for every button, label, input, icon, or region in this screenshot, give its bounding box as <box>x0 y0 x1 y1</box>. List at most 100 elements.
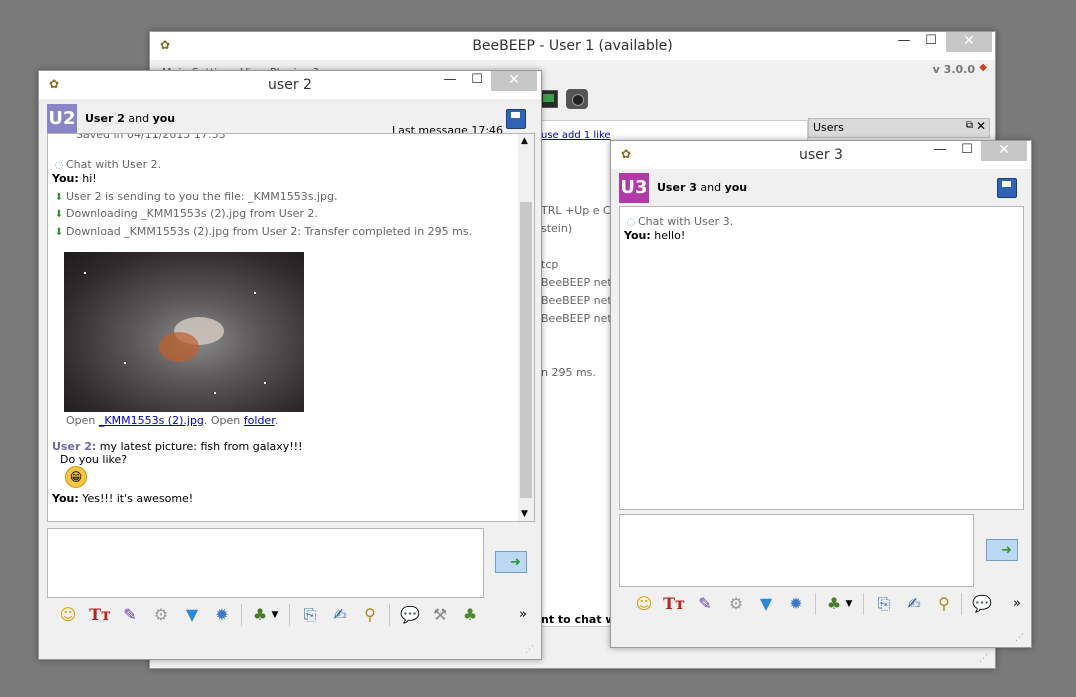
bg-line-5: BeeBEEP netv <box>541 294 619 307</box>
edit-note-icon[interactable]: ✍ <box>327 602 353 628</box>
main-close-button[interactable]: ✕ <box>946 32 992 52</box>
user3-titlebar: ✿ user 3 — ☐ ✕ <box>611 141 1031 169</box>
file-line-3: ⬇ Download _KMM1553s (2).jpg from User 2:… <box>52 225 472 238</box>
user2-titlebar: ✿ user 2 — ☐ ✕ <box>39 71 541 99</box>
download-icon: ⬇ <box>54 192 64 203</box>
main-window-title: BeeBEEP - User 1 (available) <box>472 38 673 54</box>
scroll-up-icon[interactable]: ▲ <box>521 136 528 146</box>
chevron-down-icon[interactable]: ▼ <box>269 602 281 628</box>
filter-settings-icon[interactable]: ⚙ <box>148 602 174 628</box>
tools-icon[interactable]: ⚒ <box>427 602 453 628</box>
user2-maximize-button[interactable]: ☐ <box>464 71 490 91</box>
open-folder-link[interactable]: folder <box>244 414 275 427</box>
more-icon[interactable]: » <box>515 602 531 628</box>
chat-window-user2: ✿ user 2 — ☐ ✕ U2 User 2 and you Last me… <box>38 70 542 660</box>
close-panel-icon[interactable]: ✕ <box>976 119 986 133</box>
header-and: and <box>124 112 153 125</box>
user2-message-input[interactable] <box>47 528 484 598</box>
toolbar-separator <box>961 593 962 615</box>
user3-minimize-button[interactable]: — <box>927 141 953 161</box>
user3-message-input[interactable] <box>619 514 974 587</box>
user2-minimize-button[interactable]: — <box>437 71 463 91</box>
camera-icon[interactable] <box>566 89 588 109</box>
header-user-name: User 3 <box>657 181 697 194</box>
user3-chat-area: ◌ Chat with User 3. You: hello! <box>619 206 1024 510</box>
bg-line-7: n 295 ms. <box>541 366 596 379</box>
chevron-down-icon[interactable]: ▼ <box>843 591 855 617</box>
more-icon[interactable]: » <box>1009 591 1025 617</box>
toolbar-separator <box>389 604 390 626</box>
users-panel-title: Users <box>813 121 844 134</box>
bg-line-8: nt to chat wi <box>541 613 620 626</box>
broom-icon[interactable]: ⚲ <box>931 591 957 617</box>
save-floppy-icon[interactable] <box>506 109 526 129</box>
user2-close-button[interactable]: ✕ <box>491 71 537 91</box>
user2-resize-grip[interactable]: ⋰ <box>525 645 535 655</box>
chat-bubble-icon: ◌ <box>54 160 64 171</box>
user3-chat-header: User 3 and you <box>657 181 747 194</box>
main-minimize-button[interactable]: — <box>891 32 917 52</box>
color-icon[interactable]: ✎ <box>117 602 143 628</box>
smiley-icon[interactable]: ☺ <box>55 602 81 628</box>
bg-link[interactable]: use add 1 like <box>541 130 611 141</box>
funnel-icon[interactable]: ▼ <box>179 602 205 628</box>
grin-emoticon-icon: 😁 <box>65 466 87 488</box>
scroll-thumb[interactable] <box>520 202 532 498</box>
user3-close-button[interactable]: ✕ <box>981 141 1027 161</box>
send-mail-icon[interactable]: ➜ <box>495 551 527 573</box>
scroll-down-icon[interactable]: ▼ <box>521 509 528 519</box>
bg-line-3: tcp <box>541 258 559 271</box>
avatar: U2 <box>47 104 77 134</box>
filter-settings-icon[interactable]: ⚙ <box>723 591 749 617</box>
main-titlebar: ✿ BeeBEEP - User 1 (available) — ☐ ✕ <box>150 32 995 60</box>
file-line-2: ⬇ Downloading _KMM1553s (2).jpg from User… <box>52 207 318 220</box>
bg-line-6: BeeBEEP netv <box>541 312 619 325</box>
toolbar-separator <box>241 604 242 626</box>
gear-icon[interactable]: ✹ <box>209 602 235 628</box>
user3-resize-grip[interactable]: ⋰ <box>1015 633 1025 643</box>
font-icon[interactable]: Tт <box>661 591 687 617</box>
edit-note-icon[interactable]: ✍ <box>901 591 927 617</box>
send-mail-icon[interactable]: ➜ <box>986 539 1018 561</box>
float-panel-icon[interactable]: ⧉ <box>966 120 973 131</box>
user2-msg-2: Do you like? <box>60 453 128 466</box>
funnel-icon[interactable]: ▼ <box>753 591 779 617</box>
toolbar-separator <box>289 604 290 626</box>
broom-icon[interactable]: ⚲ <box>357 602 383 628</box>
bg-screen-icon[interactable] <box>540 90 558 108</box>
toolbar-separator <box>815 593 816 615</box>
user2-msg-1: User 2: my latest picture: fish from gal… <box>52 440 303 453</box>
download-icon: ⬇ <box>54 227 64 238</box>
received-image[interactable] <box>64 252 304 412</box>
send-file-icon[interactable]: ⎘ <box>871 591 897 617</box>
open-file-line: Open _KMM1553s (2).jpg. Open folder. <box>66 414 279 427</box>
user3-toolbar: ☺ Tт ✎ ⚙ ▼ ✹ ♣ ▼ ⎘ ✍ ⚲ 💬 » <box>619 587 1029 621</box>
save-floppy-icon[interactable] <box>997 178 1017 198</box>
chat-scrollbar[interactable]: ▲ ▼ <box>518 134 534 521</box>
header-you: you <box>724 181 748 194</box>
saved-line: Saved in 04/11/2015 17:33 <box>76 133 226 141</box>
avatar: U3 <box>619 173 649 203</box>
sys-chat-line: ◌ Chat with User 3. <box>624 215 733 228</box>
gear-icon[interactable]: ✹ <box>783 591 809 617</box>
toolbar-separator <box>863 593 864 615</box>
header-and: and <box>696 181 725 194</box>
bg-line-4: BeeBEEP netv <box>541 276 619 289</box>
main-maximize-button[interactable]: ☐ <box>918 32 944 52</box>
user2-toolbar: ☺ Tт ✎ ⚙ ▼ ✹ ♣ ▼ ⎘ ✍ ⚲ 💬 ⚒ ♣ » <box>47 598 537 632</box>
send-file-icon[interactable]: ⎘ <box>297 602 323 628</box>
header-user-name: User 2 <box>85 112 125 125</box>
user2-chat-header: User 2 and you <box>85 112 175 125</box>
font-icon[interactable]: Tт <box>87 602 113 628</box>
smiley-icon[interactable]: ☺ <box>631 591 657 617</box>
windows-flag-icon: ◆ <box>979 62 987 73</box>
chat-bubbles-icon[interactable]: 💬 <box>969 591 995 617</box>
bg-line-2: stein) <box>541 222 573 235</box>
add-user-icon[interactable]: ♣ <box>457 602 483 628</box>
open-file-link[interactable]: _KMM1553s (2).jpg <box>99 414 204 427</box>
main-resize-grip[interactable]: ⋰ <box>979 654 989 664</box>
chat-window-user3: ✿ user 3 — ☐ ✕ U3 User 3 and you ◌ Chat w… <box>610 140 1032 648</box>
user3-maximize-button[interactable]: ☐ <box>954 141 980 161</box>
color-icon[interactable]: ✎ <box>692 591 718 617</box>
chat-bubbles-icon[interactable]: 💬 <box>397 602 423 628</box>
